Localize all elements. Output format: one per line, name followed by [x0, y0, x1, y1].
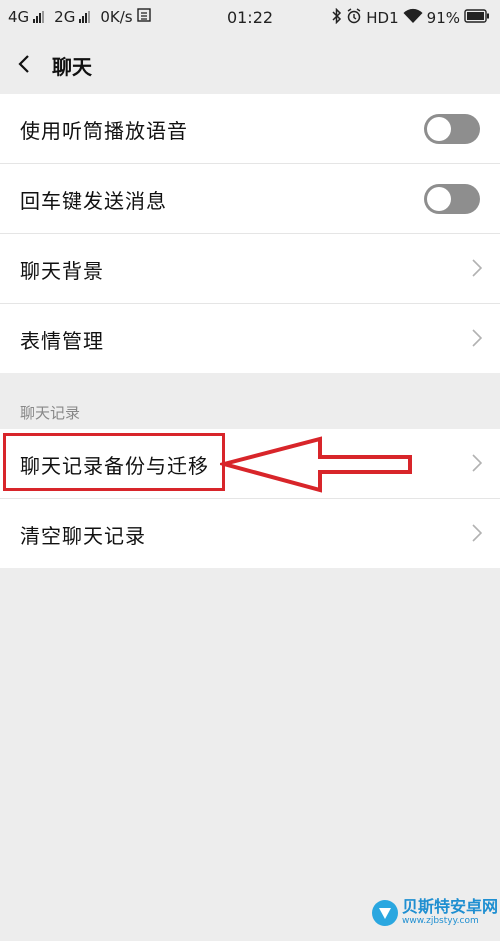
status-right: HD1 91%: [332, 7, 490, 28]
watermark: 贝斯特安卓网 www.zjbstyy.com: [372, 898, 498, 927]
chevron-right-icon: [472, 259, 482, 277]
setting-label: 聊天背景: [20, 259, 104, 283]
bluetooth-icon: [332, 7, 342, 28]
toggle-knob: [427, 117, 451, 141]
highlight-box: [3, 433, 225, 491]
setting-label: 使用听筒播放语音: [20, 119, 188, 143]
nav-bar: 聊天: [0, 36, 500, 94]
setting-clear-chat-history[interactable]: 清空聊天记录: [0, 499, 500, 568]
enter-send-toggle[interactable]: [424, 184, 480, 214]
page-title: 聊天: [52, 55, 92, 79]
battery-percent: 91%: [426, 9, 460, 27]
back-button[interactable]: [14, 50, 36, 78]
setting-label: 清空聊天记录: [20, 524, 146, 548]
setting-label: 回车键发送消息: [20, 189, 167, 213]
status-bar: 4G 2G 0K/s 01:22 HD1 91%: [0, 0, 500, 36]
battery-icon: [464, 9, 490, 27]
watermark-name: 贝斯特安卓网: [402, 897, 499, 916]
watermark-text: 贝斯特安卓网 www.zjbstyy.com: [402, 898, 498, 927]
wifi-icon: [403, 8, 423, 28]
setting-sticker-management[interactable]: 表情管理: [0, 304, 500, 373]
chevron-right-icon: [472, 329, 482, 347]
chevron-right-icon: [472, 454, 482, 472]
setting-chat-background[interactable]: 聊天背景: [0, 234, 500, 304]
watermark-logo-icon: [372, 899, 398, 926]
settings-group-general: 使用听筒播放语音 回车键发送消息 聊天背景 表情管理: [0, 94, 500, 373]
section-title-chat-history: 聊天记录: [20, 404, 81, 422]
watermark-url: www.zjbstyy.com: [402, 916, 479, 926]
setting-label: 表情管理: [20, 329, 104, 353]
annotation-arrow: [220, 436, 412, 493]
alarm-icon: [346, 8, 362, 28]
setting-enter-to-send: 回车键发送消息: [0, 164, 500, 234]
chevron-left-icon: [18, 55, 29, 73]
earpiece-toggle[interactable]: [424, 114, 480, 144]
setting-earpiece-voice: 使用听筒播放语音: [0, 94, 500, 164]
hd-label: HD1: [366, 9, 399, 27]
chevron-right-icon: [472, 524, 482, 542]
toggle-knob: [427, 187, 451, 211]
